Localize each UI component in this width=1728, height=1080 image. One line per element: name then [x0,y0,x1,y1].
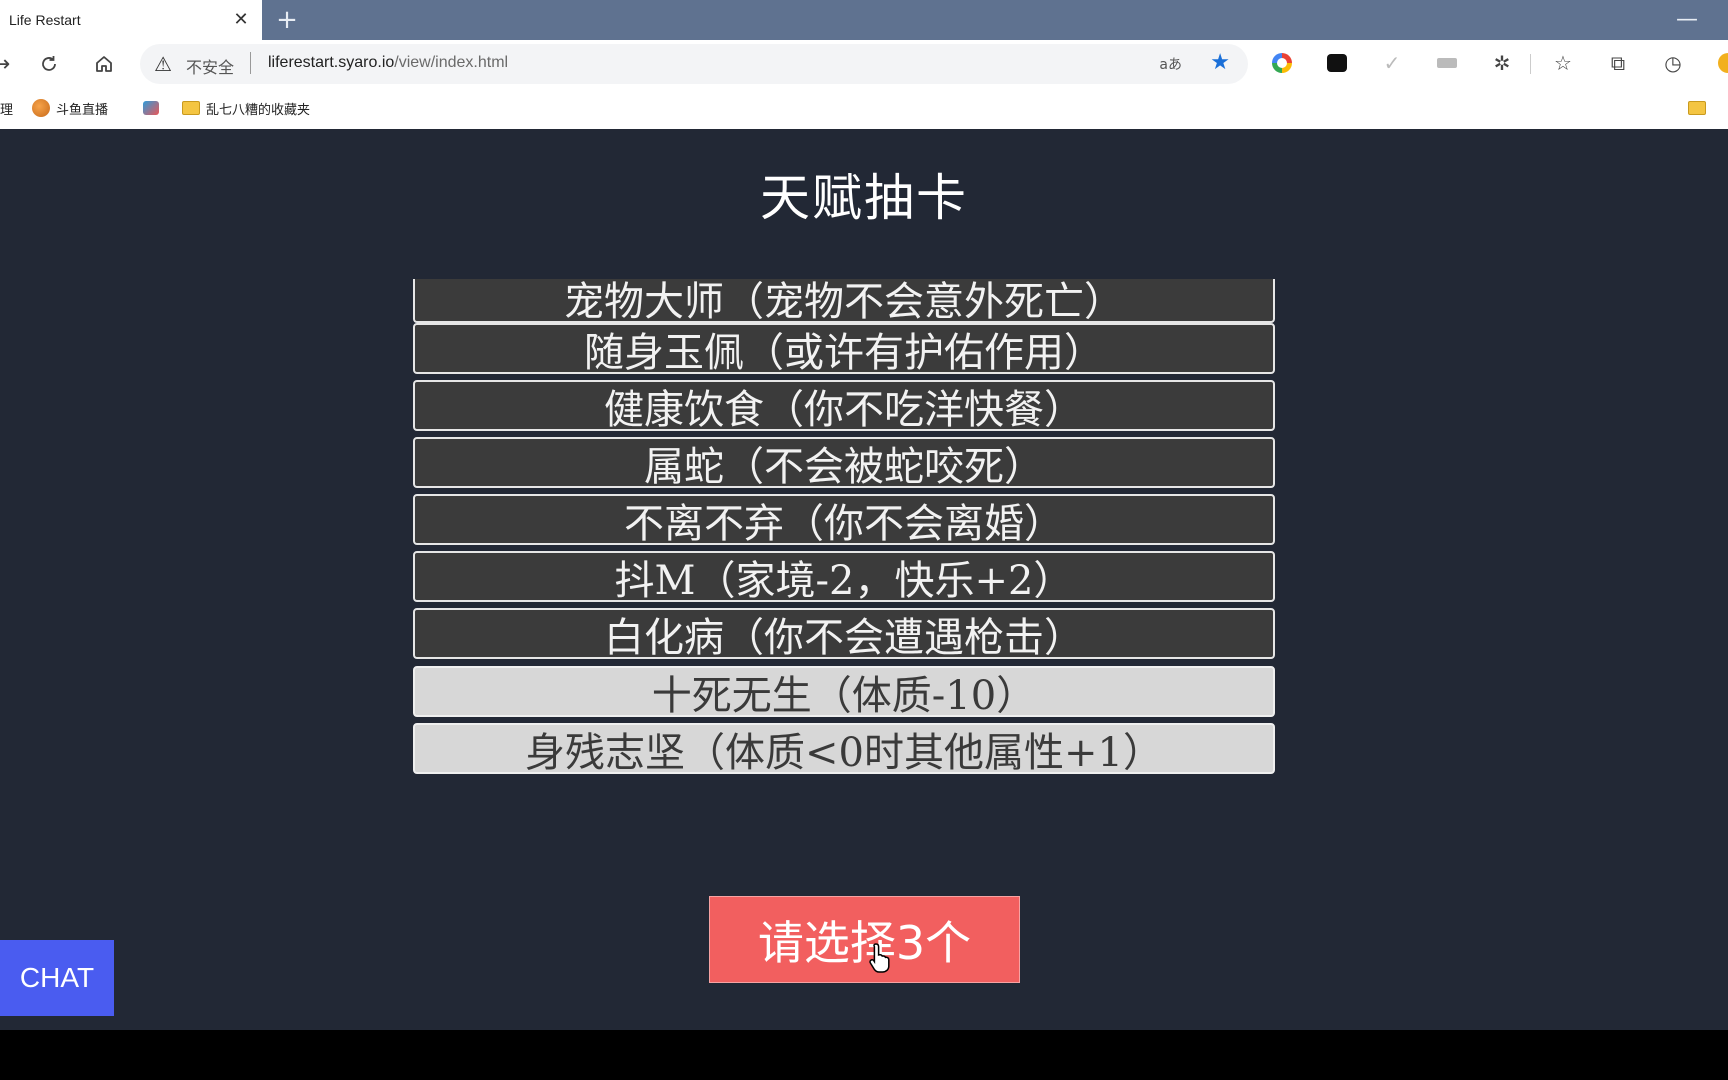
talent-card[interactable]: 白化病（你不会遭遇枪击） [413,608,1275,659]
chat-button[interactable]: CHAT [0,940,114,1016]
talent-card[interactable]: 抖M（家境-2，快乐+2） [413,551,1275,602]
url-path: /view/index.html [394,54,509,71]
collections-icon[interactable]: ⧉ [1604,49,1632,77]
forward-icon[interactable]: → [0,49,16,79]
bookmark-folder[interactable]: 乱七八糟的收藏夹 [182,97,310,119]
tab-life-restart[interactable]: Life Restart ✕ [0,0,262,40]
close-tab-icon[interactable]: ✕ [230,8,252,30]
talent-card[interactable]: 随身玉佩（或许有护佑作用） [413,323,1275,374]
favorite-star-icon[interactable]: ★ [1210,50,1230,75]
address-separator [250,52,251,74]
read-aloud-icon[interactable]: aあ [1159,54,1182,74]
browser-toolbar: → ⚠ 不安全 liferestart.syaro.io/view/index.… [0,40,1728,87]
talent-card[interactable]: 身残志坚（体质<0时其他属性+1） [413,723,1275,774]
bookmarks-bar: 理 斗鱼直播 乱七八糟的收藏夹 [0,87,1728,129]
select-three-button[interactable]: 请选择3个 [709,896,1020,983]
new-tab-icon[interactable]: + [272,4,302,36]
hand-cursor-icon [869,943,890,973]
bookmark-bilibili[interactable] [143,97,165,119]
url-host: liferestart.syaro.io [268,54,395,71]
history-icon[interactable]: ◷ [1659,49,1687,77]
tab-title: Life Restart [9,12,81,28]
screen: Life Restart ✕ + — → ⚠ 不安全 liferestart.s… [0,0,1728,1030]
bookmark-douyu[interactable]: 斗鱼直播 [32,97,108,119]
talent-card[interactable]: 宠物大师（宠物不会意外死亡） [413,279,1275,323]
url-text[interactable]: liferestart.syaro.io/view/index.html [268,54,508,72]
folder-icon [182,101,200,115]
checkmark-icon[interactable]: ✓ [1378,49,1406,77]
bookmark-label: 斗鱼直播 [56,102,109,118]
extensions-puzzle-icon[interactable]: ✲ [1488,49,1516,77]
profile-avatar-icon[interactable] [1712,49,1728,77]
security-label[interactable]: 不安全 [186,54,234,78]
other-bookmarks-folder[interactable] [1688,97,1706,119]
tab-strip: Life Restart ✕ + — [0,0,1728,40]
reload-icon[interactable] [34,49,64,79]
bilibili-icon [143,101,159,115]
talent-card[interactable]: 十死无生（体质-10） [413,666,1275,717]
douyu-icon [32,99,50,117]
talent-card[interactable]: 不离不弃（你不会离婚） [413,494,1275,545]
bookmark-label: 理 [0,102,14,118]
talent-card[interactable]: 属蛇（不会被蛇咬死） [413,437,1275,488]
favorites-icon[interactable]: ☆ [1549,49,1577,77]
extension-black-icon[interactable] [1323,49,1351,77]
toolbar-divider [1530,54,1531,74]
warning-icon[interactable]: ⚠ [154,52,172,76]
chrome-extension-icon[interactable] [1268,49,1296,77]
address-bar[interactable]: ⚠ 不安全 liferestart.syaro.io/view/index.ht… [140,44,1248,84]
bookmark-item[interactable]: 理 [0,97,13,119]
talent-list[interactable]: 宠物大师（宠物不会意外死亡） 随身玉佩（或许有护佑作用） 健康饮食（你不吃洋快餐… [413,279,1275,775]
page-title: 天赋抽卡 [760,169,968,227]
bookmark-label: 乱七八糟的收藏夹 [206,102,311,118]
home-icon[interactable] [89,49,119,79]
extension-grey-icon[interactable] [1433,49,1461,77]
folder-icon [1688,101,1706,115]
minimize-icon[interactable]: — [1672,4,1702,34]
talent-card[interactable]: 健康饮食（你不吃洋快餐） [413,380,1275,431]
